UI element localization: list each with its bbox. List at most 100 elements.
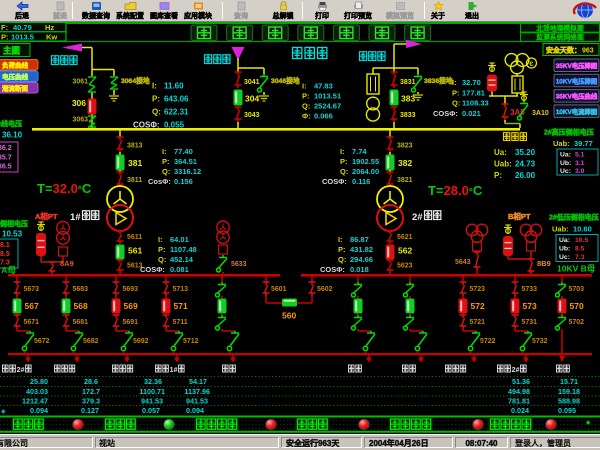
- svg-text:3061: 3061: [72, 79, 88, 86]
- svg-text:0.095: 0.095: [558, 406, 576, 415]
- svg-text:Uab:: Uab:: [553, 139, 570, 148]
- svg-text:494.98: 494.98: [508, 387, 530, 396]
- svg-text:1#: 1#: [170, 367, 178, 374]
- svg-text:32.36: 32.36: [144, 377, 162, 386]
- svg-text:2#低压侧相电压: 2#低压侧相电压: [549, 213, 599, 222]
- svg-text:294.66: 294.66: [350, 255, 373, 264]
- svg-text:CosΦ:: CosΦ:: [148, 177, 171, 186]
- svg-text:25.80: 25.80: [30, 377, 48, 386]
- svg-text:572: 572: [471, 301, 485, 311]
- svg-text:Kw: Kw: [46, 32, 57, 41]
- svg-text:5611: 5611: [127, 234, 142, 241]
- svg-text:P:: P:: [152, 95, 160, 104]
- svg-text:3046接地: 3046接地: [271, 76, 300, 85]
- svg-text:A相PT: A相PT: [35, 211, 58, 221]
- svg-text:F:: F:: [1, 23, 8, 32]
- svg-text:172.7: 172.7: [82, 387, 100, 396]
- svg-text:383: 383: [401, 94, 415, 104]
- svg-text:Q:: Q:: [338, 255, 346, 264]
- svg-text:403.03: 403.03: [26, 387, 48, 396]
- svg-text:570: 570: [570, 301, 584, 311]
- svg-text:622.31: 622.31: [164, 108, 189, 117]
- svg-text:51.36: 51.36: [512, 377, 530, 386]
- svg-text:COSΦ:: COSΦ:: [433, 109, 458, 118]
- svg-text:86.87: 86.87: [350, 235, 369, 244]
- svg-text:0.024: 0.024: [511, 406, 529, 415]
- svg-text:8A9: 8A9: [60, 259, 74, 268]
- svg-text:304: 304: [245, 94, 259, 104]
- svg-text:941.53: 941.53: [141, 397, 163, 406]
- svg-text:Uab:: Uab:: [552, 225, 569, 234]
- svg-text:567: 567: [25, 301, 39, 311]
- svg-text:P:: P:: [302, 92, 310, 101]
- svg-text:◆: ◆: [1, 409, 6, 415]
- svg-text:364.51: 364.51: [174, 157, 197, 166]
- svg-text:0.116: 0.116: [352, 177, 370, 186]
- svg-text:26.00: 26.00: [515, 171, 536, 180]
- svg-text:潮流断面: 潮流断面: [2, 84, 29, 93]
- svg-text:10.53: 10.53: [2, 230, 23, 239]
- svg-text:10KV A母: 10KV A母: [0, 265, 16, 275]
- svg-text:36.5: 36.5: [0, 164, 12, 171]
- svg-text:Q:: Q:: [162, 167, 170, 176]
- svg-text:COSΦ:: COSΦ:: [133, 121, 160, 130]
- svg-text:Uc:: Uc:: [559, 254, 570, 261]
- svg-text:Ub:: Ub:: [559, 246, 570, 253]
- svg-text:I:: I:: [162, 147, 167, 156]
- svg-text:562: 562: [398, 246, 412, 256]
- svg-text:Ub:: Ub:: [560, 160, 571, 167]
- svg-text:3.1: 3.1: [575, 160, 585, 167]
- svg-text:5723: 5723: [470, 286, 486, 293]
- svg-text:0.018: 0.018: [350, 265, 369, 274]
- svg-text:588.98: 588.98: [558, 397, 580, 406]
- svg-text:Ua:: Ua:: [494, 148, 507, 157]
- svg-text:主图: 主图: [3, 46, 20, 56]
- svg-text:941.53: 941.53: [186, 397, 208, 406]
- svg-text:5602: 5602: [317, 286, 333, 293]
- svg-text:1100.71: 1100.71: [139, 387, 165, 396]
- svg-text:3831: 3831: [400, 79, 416, 86]
- svg-text:571: 571: [174, 301, 188, 311]
- svg-text:P:: P:: [1, 32, 9, 41]
- svg-text:3811: 3811: [127, 177, 142, 184]
- svg-text:Q:: Q:: [302, 102, 310, 111]
- svg-text:5633: 5633: [231, 261, 247, 268]
- svg-text:40.79: 40.79: [13, 23, 32, 32]
- svg-text:3A10: 3A10: [532, 110, 549, 117]
- svg-text:5713: 5713: [173, 286, 189, 293]
- svg-text:安全天数：: 安全天数：: [546, 46, 581, 55]
- svg-text:3064接地: 3064接地: [121, 76, 150, 85]
- svg-text:Є: Є: [529, 62, 534, 68]
- svg-text:35KV电压曲线: 35KV电压曲线: [556, 92, 598, 101]
- svg-text:15.71: 15.71: [560, 377, 578, 386]
- svg-text:5.1: 5.1: [575, 152, 585, 159]
- svg-text:3063: 3063: [72, 117, 88, 124]
- svg-text:0.127: 0.127: [81, 406, 99, 415]
- svg-text:10KV电压棒图: 10KV电压棒图: [556, 76, 598, 85]
- svg-text:35.20: 35.20: [515, 148, 536, 157]
- svg-text:P:: P:: [452, 88, 460, 97]
- svg-text:560: 560: [282, 311, 296, 321]
- svg-text:5601: 5601: [271, 286, 287, 293]
- svg-text:5702: 5702: [569, 319, 585, 326]
- svg-text:47.83: 47.83: [314, 82, 333, 91]
- svg-text:382: 382: [398, 158, 412, 168]
- svg-text:8B9: 8B9: [537, 259, 551, 268]
- svg-text:1108.33: 1108.33: [462, 99, 489, 108]
- svg-text:3316.12: 3316.12: [174, 167, 201, 176]
- svg-text:Hz: Hz: [45, 23, 54, 32]
- svg-text:Q:: Q:: [452, 99, 460, 108]
- svg-text:COSΦ:: COSΦ:: [322, 177, 347, 186]
- svg-text:3043: 3043: [244, 112, 260, 119]
- svg-text:77.40: 77.40: [174, 147, 193, 156]
- svg-text:7.74: 7.74: [352, 147, 367, 156]
- svg-text:P:: P:: [162, 157, 170, 166]
- svg-text:5681: 5681: [73, 319, 89, 326]
- svg-text:5703: 5703: [569, 286, 585, 293]
- svg-text:5733: 5733: [522, 286, 538, 293]
- svg-text:COSΦ:: COSΦ:: [320, 265, 345, 274]
- svg-text:T=32.0°C: T=32.0°C: [37, 181, 92, 196]
- svg-text:5623: 5623: [397, 263, 413, 270]
- svg-text:379.3: 379.3: [82, 397, 100, 406]
- svg-text:5671: 5671: [24, 319, 40, 326]
